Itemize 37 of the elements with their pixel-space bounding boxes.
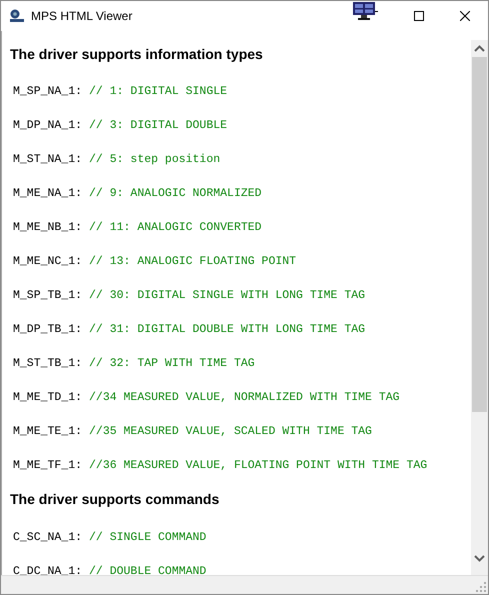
type-code: M_ME_TD_1: bbox=[13, 390, 82, 406]
code-comment: // DOUBLE COMMAND bbox=[89, 564, 206, 575]
code-comment: // 30: DIGITAL SINGLE WITH LONG TIME TAG bbox=[89, 288, 366, 304]
type-code: M_SP_NA_1: bbox=[13, 84, 82, 100]
type-code: M_ME_NC_1: bbox=[13, 254, 82, 270]
code-comment: // 3: DIGITAL DOUBLE bbox=[89, 118, 228, 134]
app-icon bbox=[9, 8, 25, 24]
type-code: M_ST_NA_1: bbox=[13, 152, 82, 168]
close-icon bbox=[460, 11, 470, 21]
type-code: M_ME_NB_1: bbox=[13, 220, 82, 236]
type-code: M_ME_TF_1: bbox=[13, 458, 82, 474]
scrollbar-thumb[interactable] bbox=[472, 57, 487, 412]
maximize-icon bbox=[414, 11, 424, 21]
resize-grip-icon[interactable] bbox=[476, 582, 486, 592]
type-code: M_ST_TB_1: bbox=[13, 356, 82, 372]
code-comment: // 13: ANALOGIC FLOATING POINT bbox=[89, 254, 296, 270]
code-comment: // 5: step position bbox=[89, 152, 220, 168]
type-code: M_SP_TB_1: bbox=[13, 288, 82, 304]
code-comment: //34 MEASURED VALUE, NORMALIZED WITH TIME TAG bbox=[89, 390, 400, 406]
section-heading: The driver supports information types bbox=[10, 45, 263, 64]
monitor-icon[interactable] bbox=[352, 1, 378, 21]
type-code: M_ME_NA_1: bbox=[13, 186, 82, 202]
type-code: C_SC_NA_1: bbox=[13, 530, 82, 546]
type-code: M_ME_TE_1: bbox=[13, 424, 82, 440]
type-code: M_DP_TB_1: bbox=[13, 322, 82, 338]
code-comment: // SINGLE COMMAND bbox=[89, 530, 206, 546]
code-comment: // 9: ANALOGIC NORMALIZED bbox=[89, 186, 262, 202]
window-title: MPS HTML Viewer bbox=[31, 8, 132, 25]
code-comment: //35 MEASURED VALUE, SCALED WITH TIME TAG bbox=[89, 424, 372, 440]
code-comment: // 11: ANALOGIC CONVERTED bbox=[89, 220, 262, 236]
code-comment: // 31: DIGITAL DOUBLE WITH LONG TIME TAG bbox=[89, 322, 366, 338]
scrollbar[interactable] bbox=[471, 40, 488, 575]
code-comment: //36 MEASURED VALUE, FLOATING POINT WITH TIME TAG bbox=[89, 458, 428, 474]
type-code: M_DP_NA_1: bbox=[13, 118, 82, 134]
code-comment: // 1: DIGITAL SINGLE bbox=[89, 84, 228, 100]
section-heading: The driver supports commands bbox=[10, 490, 220, 509]
code-comment: // 32: TAP WITH TIME TAG bbox=[89, 356, 255, 372]
